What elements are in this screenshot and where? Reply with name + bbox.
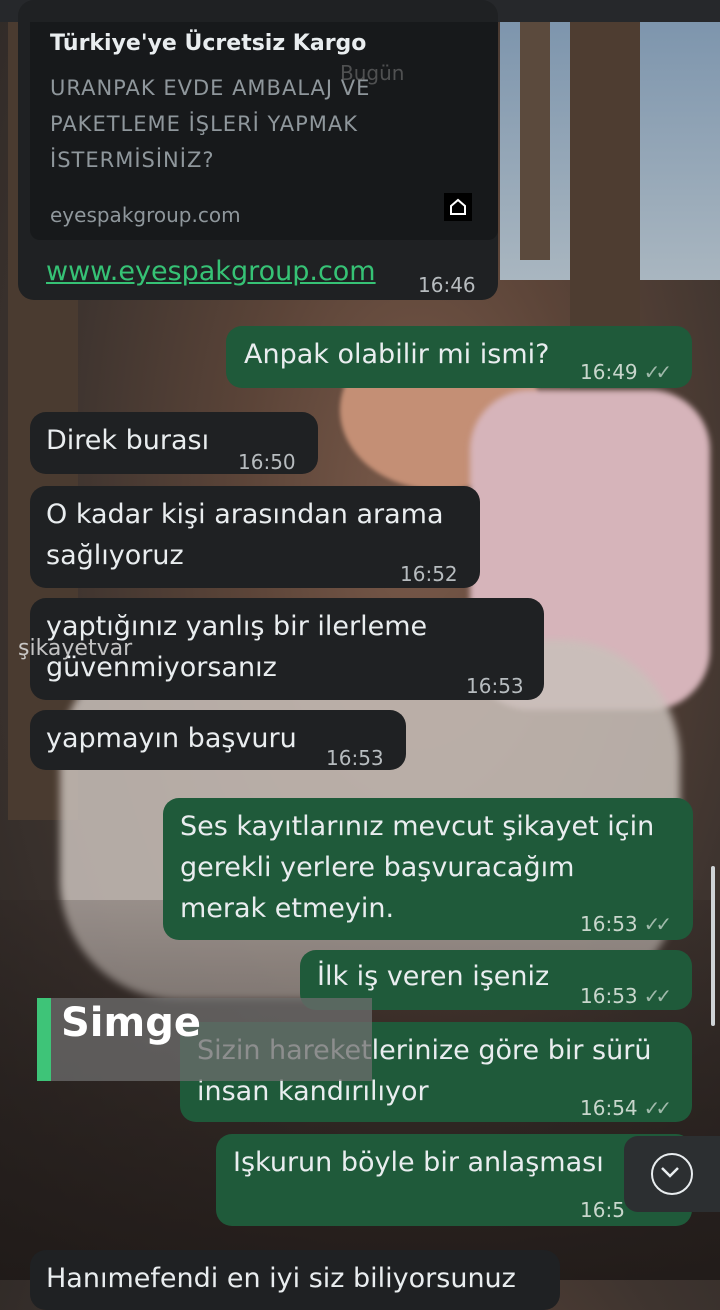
message-outgoing[interactable]: Ses kayıtlarınız mevcut şikayet için ger… bbox=[163, 798, 693, 940]
read-ticks-icon: ✓✓ bbox=[643, 360, 672, 384]
name-tag-label: Simge bbox=[61, 1000, 201, 1046]
message-time: 16:54 ✓✓ bbox=[580, 1096, 672, 1120]
message-incoming[interactable]: Hanımefendi en iyi siz biliyorsunuz bbox=[30, 1250, 560, 1310]
date-chip: Bugün bbox=[340, 61, 405, 85]
message-time: 16:52 bbox=[400, 562, 458, 586]
message-time: 16:50 bbox=[238, 450, 296, 474]
message-text: Anpak olabilir mi ismi? bbox=[244, 339, 550, 370]
watermark: şikayetvar bbox=[18, 636, 133, 661]
home-icon bbox=[444, 193, 472, 221]
message-time: 16:5 bbox=[580, 1198, 625, 1222]
read-ticks-icon: ✓✓ bbox=[643, 912, 672, 936]
link-preview-title: Türkiye'ye Ücretsiz Kargo bbox=[50, 31, 367, 56]
read-ticks-icon: ✓✓ bbox=[643, 1096, 672, 1120]
read-ticks-icon: ✓✓ bbox=[643, 984, 672, 1008]
message-time: 16:53 bbox=[326, 746, 384, 770]
message-text-line: gerekli yerlere başvuracağım bbox=[180, 852, 575, 883]
message-time: 16:49 ✓✓ bbox=[580, 360, 672, 384]
scroll-to-bottom-button[interactable] bbox=[624, 1136, 720, 1212]
message-incoming[interactable]: Direk burası 16:50 bbox=[30, 412, 318, 474]
message-outgoing[interactable]: Anpak olabilir mi ismi? 16:49 ✓✓ bbox=[226, 326, 692, 388]
message-link[interactable]: www.eyespakgroup.com bbox=[46, 251, 376, 292]
link-preview-message[interactable]: Türkiye'ye Ücretsiz Kargo URANPAK EVDE A… bbox=[18, 0, 498, 300]
message-incoming[interactable]: yapmayın başvuru 16:53 bbox=[30, 710, 406, 770]
message-text: Işkurun böyle bir anlaşması bbox=[233, 1147, 604, 1178]
name-tag-accent bbox=[37, 998, 51, 1081]
chevron-down-icon bbox=[661, 1167, 679, 1178]
background-tree bbox=[520, 20, 550, 260]
message-outgoing[interactable]: Işkurun böyle bir anlaşması 16:5 bbox=[216, 1134, 692, 1226]
link-preview-domain: eyespakgroup.com bbox=[50, 203, 241, 227]
message-text: Direk burası bbox=[46, 425, 210, 456]
message-text: İlk iş veren işeniz bbox=[317, 961, 550, 992]
message-text: Hanımefendi en iyi siz biliyorsunuz bbox=[46, 1263, 516, 1294]
message-text: yapmayın başvuru bbox=[46, 723, 297, 754]
message-time: 16:46 bbox=[418, 273, 476, 297]
message-time: 16:53 ✓✓ bbox=[580, 912, 672, 936]
message-time: 16:53 ✓✓ bbox=[580, 984, 672, 1008]
message-text-line: O kadar kişi arasından arama bbox=[46, 499, 444, 530]
message-time: 16:53 bbox=[466, 674, 524, 698]
message-text-line: Ses kayıtlarınız mevcut şikayet için bbox=[180, 811, 655, 842]
scrollbar[interactable] bbox=[711, 866, 715, 1026]
message-incoming[interactable]: O kadar kişi arasından arama sağlıyoruz … bbox=[30, 486, 480, 588]
link-preview-card[interactable]: Türkiye'ye Ücretsiz Kargo URANPAK EVDE A… bbox=[30, 22, 498, 240]
name-tag: Simge bbox=[37, 998, 372, 1081]
